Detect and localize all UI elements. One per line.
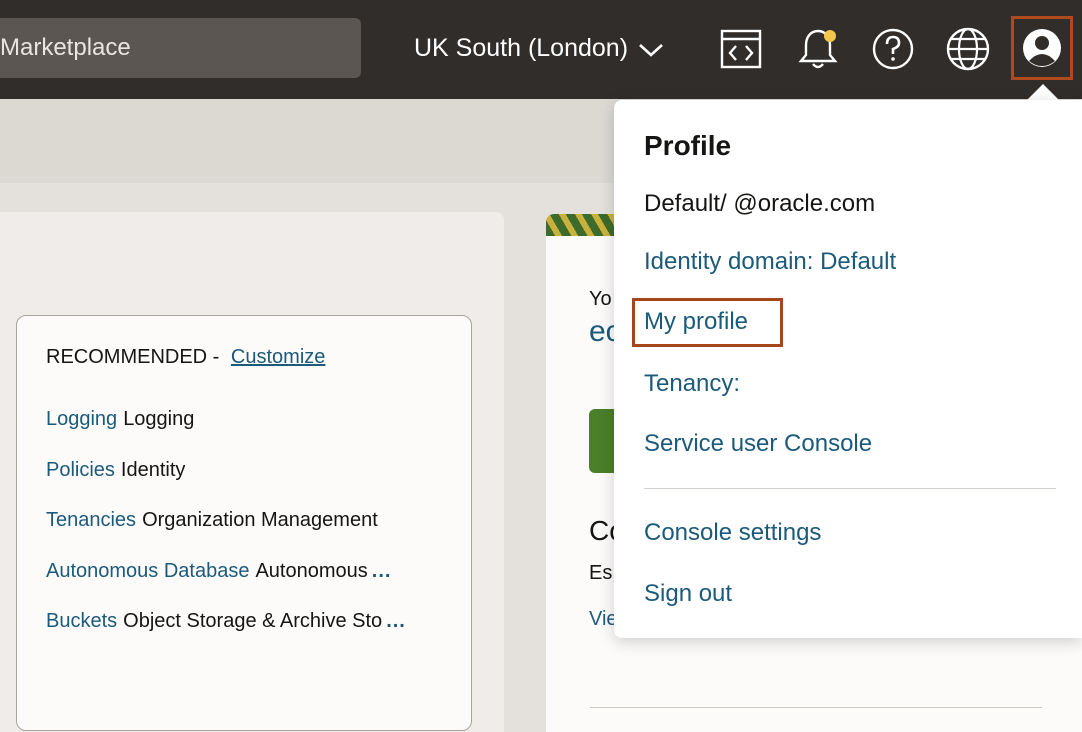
profile-menu-title: Profile — [644, 130, 732, 161]
customize-link[interactable]: Customize — [231, 346, 325, 368]
recommended-item-desc: Autonomous — [255, 559, 368, 582]
chevron-down-icon — [639, 44, 663, 57]
my-profile-highlight — [632, 298, 783, 347]
top-navigation-bar: Marketplace UK South (London) — [0, 0, 1082, 99]
recommended-item-desc: Organization Management — [142, 509, 378, 531]
tenancy-link[interactable]: Tenancy: — [644, 370, 740, 398]
bell-icon[interactable] — [795, 26, 841, 72]
region-selector[interactable]: UK South (London) — [414, 30, 664, 66]
profile-user-name: Default/ @oracle.com — [644, 190, 876, 217]
region-label: UK South (London) — [414, 33, 629, 62]
recommended-item-desc: Object Storage & Archive Sto — [123, 610, 383, 632]
dropdown-caret — [1026, 84, 1060, 101]
profile-dropdown-menu: Profile Default/ @oracle.com Identity do… — [614, 100, 1082, 638]
recommended-heading: RECOMMENDED - Customize — [46, 346, 325, 369]
recommended-item-autonomous-database: Autonomous Database Autonomous ... — [46, 560, 446, 611]
recommended-item-link[interactable]: Buckets — [46, 610, 117, 633]
right-panel-text: Yo — [589, 288, 612, 310]
help-icon[interactable] — [870, 26, 916, 72]
profile-button[interactable] — [1011, 16, 1073, 80]
identity-domain-link[interactable]: Identity domain: Default — [644, 248, 896, 276]
recommended-item-link[interactable]: Policies — [46, 459, 115, 482]
sign-out-link[interactable]: Sign out — [644, 580, 732, 608]
recommended-item-desc: Identity — [120, 458, 186, 481]
search-input-text: Marketplace — [0, 34, 131, 61]
recommended-item-link[interactable]: Logging — [46, 408, 117, 431]
globe-icon[interactable] — [945, 26, 991, 72]
profile-icon — [1023, 29, 1061, 67]
ellipsis-icon: ... — [371, 559, 392, 582]
recommended-item-tenancies: Tenancies Organization Management — [46, 509, 446, 560]
recommended-list: Logging Logging Policies Identity Tenanc… — [46, 408, 446, 661]
code-editor-icon[interactable] — [718, 26, 764, 72]
recommended-item-logging: Logging Logging — [46, 408, 446, 459]
recommended-item-policies: Policies Identity — [46, 459, 446, 510]
recommended-label: RECOMMENDED - — [46, 346, 220, 368]
search-input[interactable]: Marketplace — [0, 18, 361, 78]
ellipsis-icon: ... — [386, 610, 406, 632]
recommended-item-link[interactable]: Autonomous Database — [46, 560, 249, 583]
service-user-console-link[interactable]: Service user Console — [644, 430, 872, 458]
recommended-item-buckets: Buckets Object Storage & Archive Sto ... — [46, 610, 446, 661]
recommended-card: RECOMMENDED - Customize Logging Logging … — [16, 315, 472, 731]
divider — [590, 707, 1042, 708]
recommended-item-link[interactable]: Tenancies — [46, 509, 136, 532]
menu-divider — [644, 488, 1056, 489]
right-panel-section-text: Es — [589, 562, 613, 584]
recommended-item-desc: Logging — [123, 408, 195, 430]
console-settings-link[interactable]: Console settings — [644, 519, 821, 547]
decorative-banner-strip — [546, 214, 616, 236]
